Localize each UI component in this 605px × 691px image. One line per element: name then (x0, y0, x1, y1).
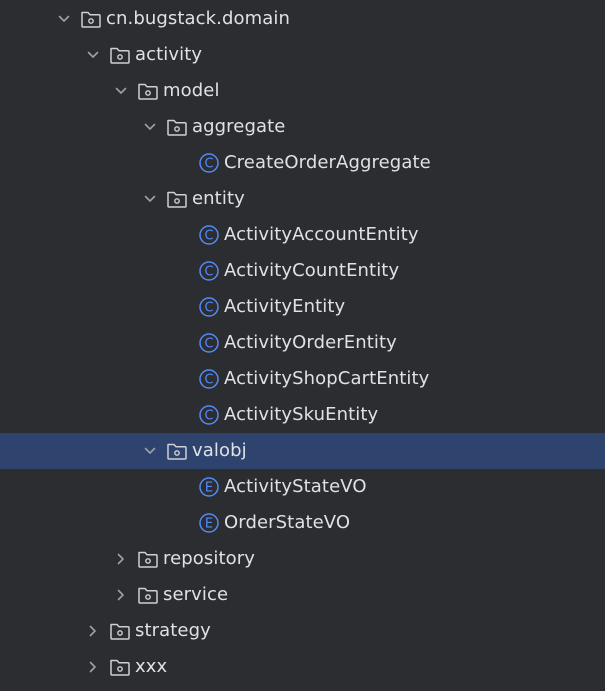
svg-text:C: C (204, 265, 213, 280)
package-folder-icon (165, 187, 189, 211)
tree-node-enum[interactable]: E OrderStateVO (0, 505, 605, 541)
tree-node-label: ActivityShopCartEntity (224, 368, 430, 389)
tree-node-label: ActivityEntity (224, 296, 346, 317)
package-folder-icon (108, 43, 132, 67)
svg-text:C: C (204, 301, 213, 316)
package-folder-icon (108, 619, 132, 643)
svg-text:C: C (204, 373, 213, 388)
chevron-right-icon[interactable] (111, 541, 131, 577)
tree-node-xxx[interactable]: xxx (0, 649, 605, 685)
chevron-right-icon[interactable] (83, 649, 103, 685)
tree-node-label: xxx (135, 656, 168, 677)
tree-node-label: repository (163, 548, 256, 569)
svg-text:C: C (204, 409, 213, 424)
package-folder-icon (136, 583, 160, 607)
chevron-down-icon[interactable] (140, 109, 160, 145)
svg-text:C: C (204, 229, 213, 244)
class-icon: C (197, 223, 221, 247)
tree-node-label: cn.bugstack.domain (106, 8, 291, 29)
package-folder-icon (165, 115, 189, 139)
tree-node-label: aggregate (192, 116, 286, 137)
package-folder-icon (136, 547, 160, 571)
chevron-down-icon[interactable] (54, 1, 74, 37)
package-folder-icon (108, 655, 132, 679)
tree-node-activity[interactable]: activity (0, 37, 605, 73)
tree-node-class[interactable]: C ActivitySkuEntity (0, 397, 605, 433)
class-icon: C (197, 367, 221, 391)
chevron-down-icon[interactable] (140, 181, 160, 217)
tree-node-label: entity (192, 188, 245, 209)
svg-text:C: C (204, 337, 213, 352)
chevron-down-icon[interactable] (83, 37, 103, 73)
chevron-right-icon[interactable] (83, 613, 103, 649)
tree-node-service[interactable]: service (0, 577, 605, 613)
tree-node-model[interactable]: model (0, 73, 605, 109)
class-icon: C (197, 295, 221, 319)
tree-node-class[interactable]: C ActivityEntity (0, 289, 605, 325)
tree-node-class[interactable]: C ActivityOrderEntity (0, 325, 605, 361)
class-icon: C (197, 403, 221, 427)
enum-icon: E (197, 475, 221, 499)
tree-node-label: ActivitySkuEntity (224, 404, 379, 425)
tree-node-label: CreateOrderAggregate (224, 152, 431, 173)
chevron-down-icon[interactable] (140, 433, 160, 469)
svg-text:E: E (205, 517, 213, 532)
tree-node-label: ActivityOrderEntity (224, 332, 397, 353)
tree-node-label: OrderStateVO (224, 512, 351, 533)
tree-node-label: model (163, 80, 220, 101)
tree-node-enum[interactable]: E ActivityStateVO (0, 469, 605, 505)
chevron-right-icon[interactable] (111, 577, 131, 613)
class-icon: C (197, 151, 221, 175)
class-icon: C (197, 259, 221, 283)
project-tree: cn.bugstack.domain activity model aggreg… (0, 0, 605, 691)
tree-node-label: ActivityStateVO (224, 476, 367, 497)
tree-node-class[interactable]: C ActivityCountEntity (0, 253, 605, 289)
tree-node-label: strategy (135, 620, 211, 641)
tree-node-label: valobj (192, 440, 247, 461)
tree-node-create-order-aggregate[interactable]: C CreateOrderAggregate (0, 145, 605, 181)
tree-node-entity[interactable]: entity (0, 181, 605, 217)
package-folder-icon (136, 79, 160, 103)
tree-node-class[interactable]: C ActivityAccountEntity (0, 217, 605, 253)
class-icon: C (197, 331, 221, 355)
tree-node-label: ActivityAccountEntity (224, 224, 419, 245)
tree-node-root[interactable]: cn.bugstack.domain (0, 1, 605, 37)
tree-node-repository[interactable]: repository (0, 541, 605, 577)
package-folder-icon (79, 7, 103, 31)
tree-node-class[interactable]: C ActivityShopCartEntity (0, 361, 605, 397)
tree-node-label: activity (135, 44, 203, 65)
chevron-down-icon[interactable] (111, 73, 131, 109)
svg-text:C: C (204, 157, 213, 172)
svg-text:E: E (205, 481, 213, 496)
tree-node-label: service (163, 584, 229, 605)
tree-node-aggregate[interactable]: aggregate (0, 109, 605, 145)
tree-node-strategy[interactable]: strategy (0, 613, 605, 649)
tree-node-valobj[interactable]: valobj (0, 433, 605, 469)
enum-icon: E (197, 511, 221, 535)
package-folder-icon (165, 439, 189, 463)
tree-node-label: ActivityCountEntity (224, 260, 400, 281)
